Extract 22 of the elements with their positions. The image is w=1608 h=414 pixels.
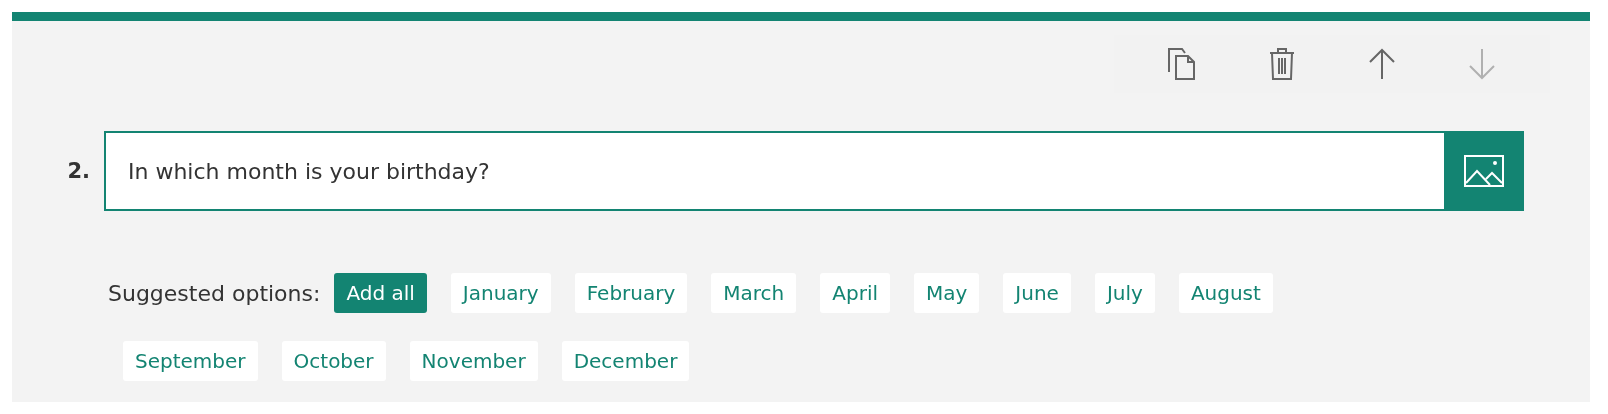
up-arrow-icon bbox=[1368, 48, 1396, 80]
question-input[interactable]: In which month is your birthday? bbox=[104, 131, 1444, 211]
add-all-button[interactable]: Add all bbox=[334, 273, 427, 313]
insert-image-button[interactable] bbox=[1444, 131, 1524, 211]
option-chip[interactable]: March bbox=[711, 273, 797, 313]
question-number: 2. bbox=[66, 159, 91, 183]
delete-icon bbox=[1269, 48, 1295, 80]
option-chip[interactable]: February bbox=[574, 273, 688, 313]
option-chip[interactable]: July bbox=[1094, 273, 1155, 313]
copy-icon bbox=[1168, 48, 1196, 80]
down-arrow-icon bbox=[1468, 48, 1496, 80]
option-chip[interactable]: September bbox=[123, 341, 258, 381]
option-chip[interactable]: June bbox=[1003, 273, 1071, 313]
option-chip[interactable]: December bbox=[561, 341, 690, 381]
option-chip[interactable]: May bbox=[914, 273, 980, 313]
image-icon bbox=[1464, 155, 1504, 187]
option-chip[interactable]: January bbox=[450, 273, 551, 313]
suggested-options-label: Suggested options: bbox=[108, 280, 321, 306]
option-chip[interactable]: November bbox=[409, 341, 538, 381]
option-chip[interactable]: October bbox=[281, 341, 386, 381]
option-chip[interactable]: August bbox=[1178, 273, 1273, 313]
option-chip[interactable]: April bbox=[820, 273, 890, 313]
